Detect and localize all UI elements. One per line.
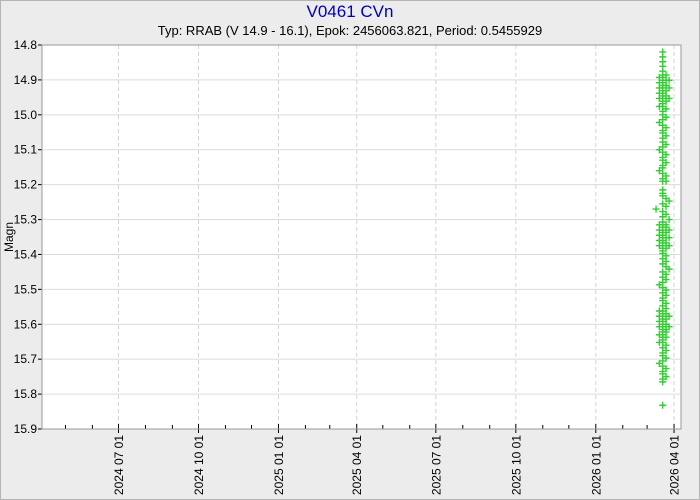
light-curve-plot: 14.8 14.9 15.0 15.1 15.2 15.3 15.4 15.5 15.6 15.7… xyxy=(14,38,682,495)
x-tick-label: 2025 01 01 xyxy=(272,435,286,495)
x-tick-label: 2024 10 01 xyxy=(192,435,206,495)
y-tick-label: 15.7 xyxy=(14,352,38,366)
y-tick-label: 14.8 xyxy=(14,38,38,52)
x-tick-label: 2024 07 01 xyxy=(112,435,126,495)
y-tick-label: 15.0 xyxy=(14,108,38,122)
y-tick-label: 15.9 xyxy=(14,422,38,436)
y-tick-label: 15.8 xyxy=(14,387,38,401)
y-tick-label: 15.3 xyxy=(14,213,38,227)
y-tick-label: 15.6 xyxy=(14,317,38,331)
x-tick-label: 2025 10 01 xyxy=(509,435,523,495)
y-tick-label: 15.5 xyxy=(14,282,38,296)
x-tick-label: 2025 04 01 xyxy=(350,435,364,495)
light-curve-window: V0461 CVn Typ: RRAB (V 14.9 - 16.1), Epo… xyxy=(0,0,700,500)
x-tick-label: 2026 04 01 xyxy=(668,435,682,495)
y-tick-label: 15.1 xyxy=(14,143,38,157)
x-tick-label: 2025 07 01 xyxy=(429,435,443,495)
x-tick-label: 2026 01 01 xyxy=(589,435,603,495)
y-tick-label: 14.9 xyxy=(14,73,38,87)
y-tick-label: 15.2 xyxy=(14,178,38,192)
plot-area xyxy=(42,45,681,429)
y-tick-label: 15.4 xyxy=(14,247,38,261)
